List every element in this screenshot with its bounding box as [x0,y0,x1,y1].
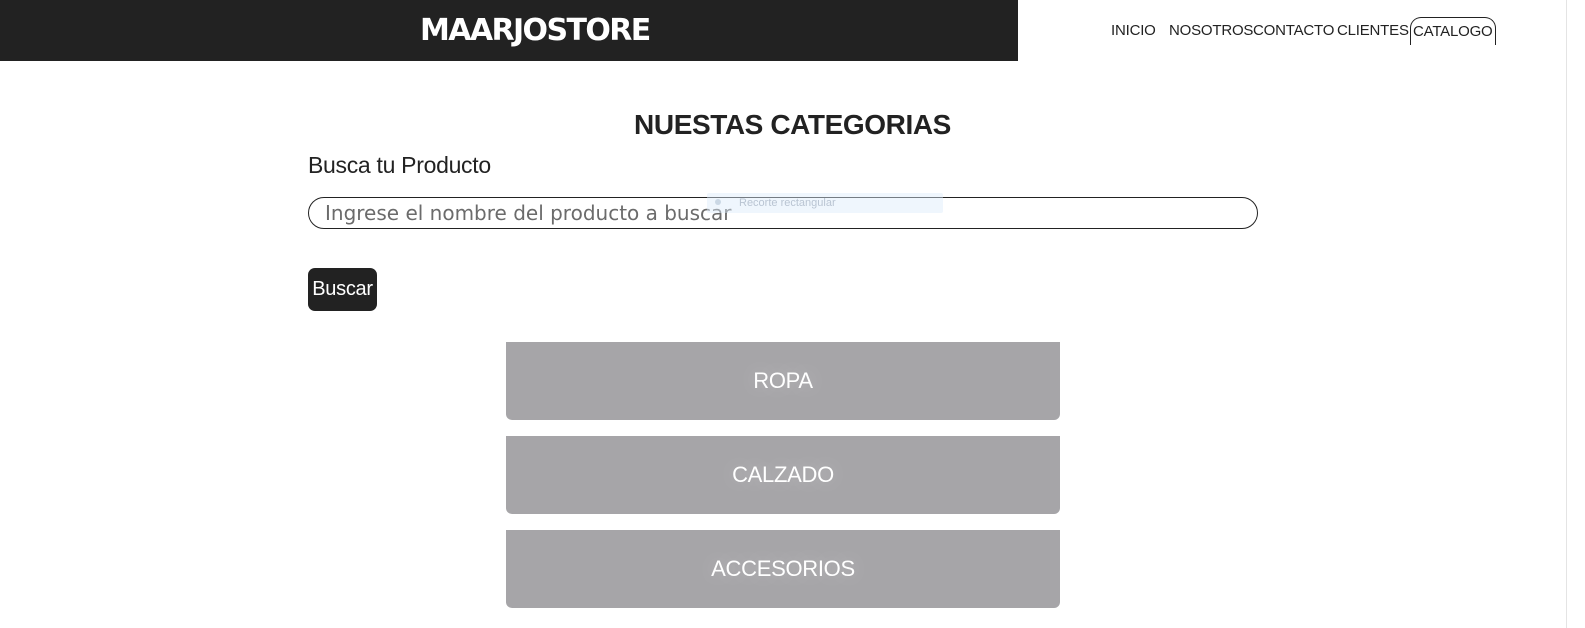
search-button[interactable]: Buscar [308,268,377,311]
category-card-accesorios[interactable]: ACCESORIOS [506,530,1060,608]
nav-link-inicio[interactable]: INICIO [1111,20,1156,42]
nav-link-contacto[interactable]: CONTACTO [1253,20,1334,42]
page-right-divider [1566,0,1567,628]
nav-link-clientes[interactable]: CLIENTES [1337,20,1409,42]
category-card-ropa[interactable]: ROPA [506,342,1060,420]
page: MAARJOSTORE INICIO NOSOTROS CONTACTO CLI… [0,0,1585,628]
nav-link-nosotros[interactable]: NOSOTROS [1169,20,1253,42]
header-brand-bar: MAARJOSTORE [0,0,1018,61]
product-search-input[interactable] [308,197,1258,229]
search-label: Busca tu Producto [308,152,491,178]
nav-link-catalogo[interactable]: CATALOGO [1410,17,1496,45]
page-title: NUESTAS CATEGORIAS [634,108,951,140]
category-card-calzado[interactable]: CALZADO [506,436,1060,514]
brand-logo[interactable]: MAARJOSTORE [420,12,651,50]
